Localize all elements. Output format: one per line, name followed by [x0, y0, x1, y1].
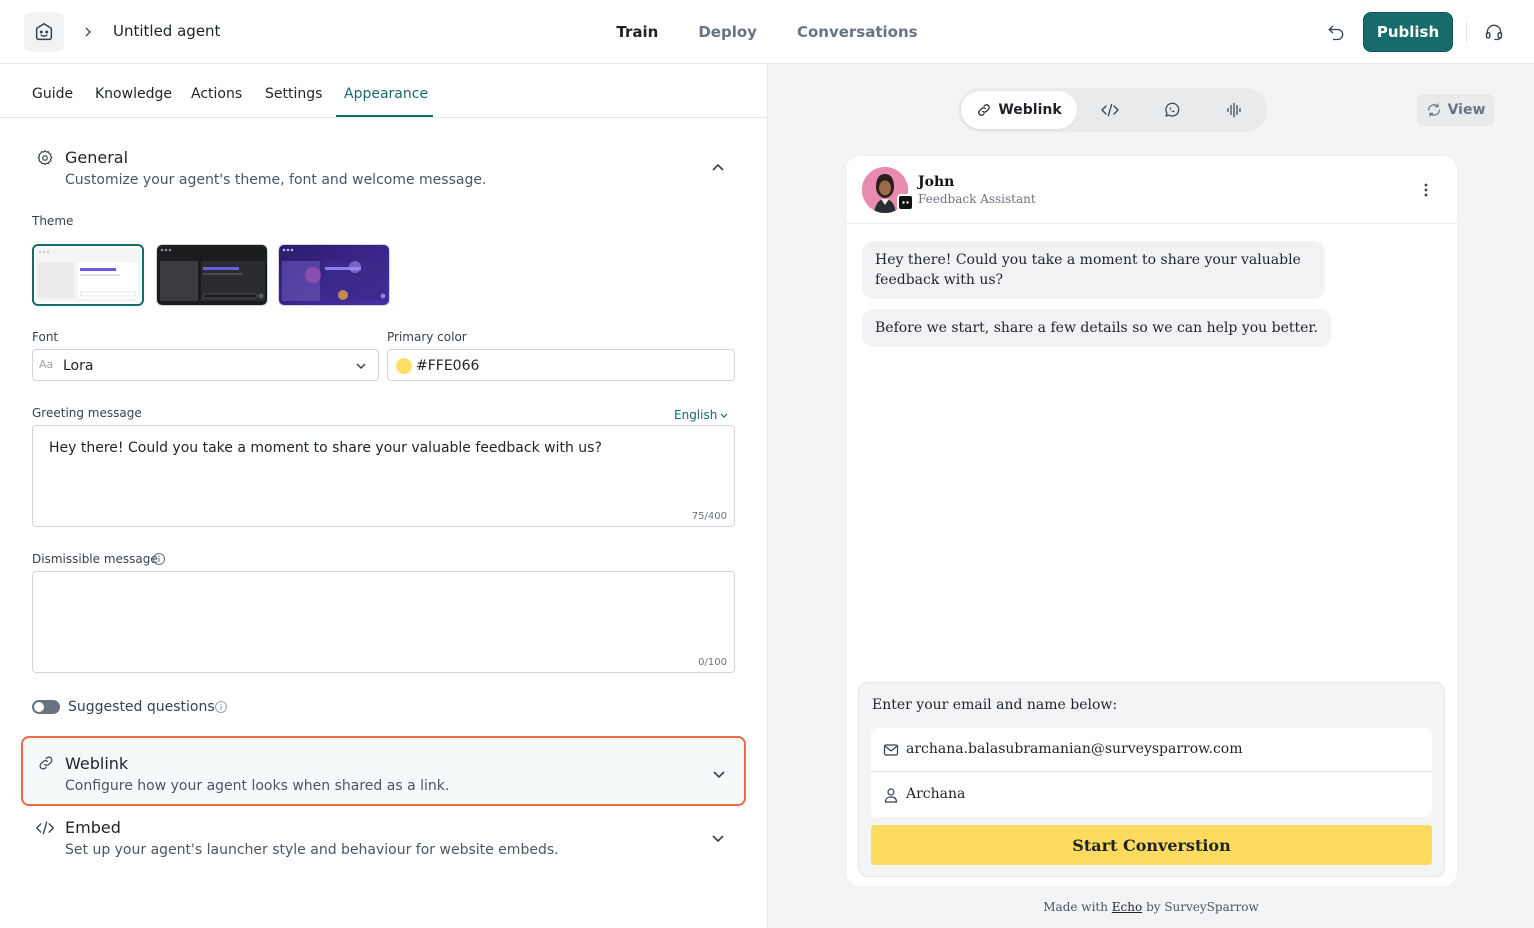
name-value: Archana: [906, 786, 966, 802]
email-value: archana.balasubramanian@surveysparrow.co…: [906, 741, 1243, 757]
channel-switcher: Weblink: [958, 88, 1267, 132]
active-tab-indicator: [336, 115, 433, 117]
theme-label: Theme: [32, 214, 74, 228]
publish-button[interactable]: Publish: [1363, 12, 1453, 52]
form-title: Enter your email and name below:: [872, 697, 1118, 713]
channel-voice[interactable]: [1214, 91, 1254, 129]
email-field[interactable]: archana.balasubramanian@surveysparrow.co…: [871, 728, 1432, 772]
name-field[interactable]: Archana: [871, 773, 1432, 817]
theme-purple-option[interactable]: [278, 244, 390, 306]
info-icon[interactable]: [214, 700, 228, 714]
weblink-description: Configure how your agent looks when shar…: [65, 778, 450, 794]
font-type-icon: Aa: [39, 358, 54, 371]
chat-message: Before we start, share a few details so …: [862, 309, 1332, 347]
chevron-down-icon: [356, 363, 366, 370]
toggle-knob: [34, 702, 44, 712]
code-icon: [35, 818, 55, 838]
tab-guide[interactable]: Guide: [32, 86, 73, 102]
general-title: General: [65, 148, 129, 167]
nav-train[interactable]: Train: [616, 23, 658, 41]
embed-description: Set up your agent's launcher style and b…: [65, 842, 559, 858]
channel-weblink-label: Weblink: [998, 102, 1062, 118]
chevron-right-icon: [85, 27, 92, 37]
chat-message: Hey there! Could you take a moment to sh…: [862, 241, 1325, 299]
general-description: Customize your agent's theme, font and w…: [65, 172, 487, 188]
info-icon[interactable]: [152, 552, 166, 566]
color-swatch[interactable]: [396, 358, 412, 374]
theme-light-option[interactable]: [32, 244, 144, 306]
dismissible-textarea[interactable]: 0/100: [32, 571, 735, 673]
more-options-icon[interactable]: [1416, 180, 1436, 200]
settings-panel: Guide Knowledge Actions Settings Appeara…: [0, 64, 768, 928]
tab-actions[interactable]: Actions: [191, 86, 242, 102]
weblink-title: Weblink: [65, 754, 129, 773]
link-icon: [978, 104, 991, 116]
channel-weblink[interactable]: Weblink: [961, 91, 1077, 129]
gear-icon: [35, 148, 55, 168]
dismissible-label: Dismissible message: [32, 552, 158, 566]
weblink-section[interactable]: Weblink Configure how your agent looks w…: [21, 736, 746, 806]
lead-form: Enter your email and name below: archana…: [858, 682, 1445, 877]
chevron-up-icon[interactable]: [708, 158, 728, 178]
tab-appearance[interactable]: Appearance: [344, 86, 428, 102]
primary-color-input[interactable]: #FFE066: [387, 349, 735, 381]
chat-widget: John Feedback Assistant Hey there! Could…: [845, 155, 1458, 887]
bot-role: Feedback Assistant: [918, 192, 1036, 206]
dismissible-char-count: 0/100: [698, 657, 727, 668]
undo-icon: [1328, 25, 1344, 41]
main-nav: Train Deploy Conversations: [0, 0, 1534, 64]
voice-wave-icon: [1227, 102, 1241, 118]
home-button[interactable]: [24, 12, 64, 52]
powered-by-footer: Made with Echo by SurveySparrow: [768, 900, 1534, 914]
support-button[interactable]: [1482, 20, 1506, 44]
footer-by: by SurveySparrow: [1146, 900, 1259, 914]
tab-settings[interactable]: Settings: [265, 86, 322, 102]
sub-tabs: Guide Knowledge Actions Settings Appeara…: [0, 64, 767, 118]
greeting-textarea[interactable]: Hey there! Could you take a moment to sh…: [32, 425, 735, 527]
chevron-down-icon[interactable]: [719, 410, 729, 420]
chat-header: John Feedback Assistant: [846, 156, 1457, 224]
bot-badge-icon: [897, 194, 914, 211]
top-bar: Untitled agent Train Deploy Conversation…: [0, 0, 1534, 64]
greeting-text: Hey there! Could you take a moment to sh…: [49, 440, 602, 456]
suggested-questions-label: Suggested questions: [68, 699, 215, 715]
channel-whatsapp[interactable]: [1152, 91, 1192, 129]
code-icon: [1101, 103, 1119, 117]
embed-title: Embed: [65, 818, 121, 837]
theme-dark-option[interactable]: [156, 244, 268, 306]
echo-link[interactable]: Echo: [1112, 900, 1142, 914]
suggested-questions-toggle[interactable]: [32, 700, 60, 714]
language-select[interactable]: English: [674, 408, 717, 422]
greeting-char-count: 75/400: [691, 511, 727, 522]
font-select-value: Lora: [63, 358, 94, 374]
agent-name[interactable]: Untitled agent: [113, 22, 220, 40]
chevron-down-icon[interactable]: [709, 764, 729, 784]
link-icon: [36, 753, 56, 773]
view-button[interactable]: View: [1417, 94, 1494, 126]
user-icon: [884, 788, 898, 803]
refresh-icon: [1427, 103, 1440, 117]
headset-icon: [1485, 24, 1503, 41]
start-conversation-button[interactable]: Start Converstion: [871, 825, 1432, 865]
chevron-down-icon[interactable]: [708, 828, 728, 848]
nav-deploy[interactable]: Deploy: [698, 23, 757, 41]
whatsapp-icon: [1165, 102, 1180, 117]
primary-color-label: Primary color: [387, 330, 467, 344]
font-label: Font: [32, 330, 59, 344]
divider: [1466, 22, 1467, 42]
view-label: View: [1447, 102, 1486, 118]
preview-panel: Weblink View John Feedback Assistant Hey…: [768, 64, 1534, 928]
nav-conversations[interactable]: Conversations: [797, 23, 918, 41]
primary-color-value: #FFE066: [416, 358, 480, 374]
undo-button[interactable]: [1324, 20, 1348, 44]
bot-face-icon: [35, 23, 53, 41]
bot-name: John: [918, 174, 955, 190]
font-select[interactable]: Aa Lora: [32, 349, 379, 381]
footer-made-with: Made with: [1043, 900, 1108, 914]
tab-knowledge[interactable]: Knowledge: [95, 86, 172, 102]
greeting-label: Greeting message: [32, 406, 142, 420]
channel-embed[interactable]: [1090, 91, 1130, 129]
mail-icon: [883, 744, 899, 756]
